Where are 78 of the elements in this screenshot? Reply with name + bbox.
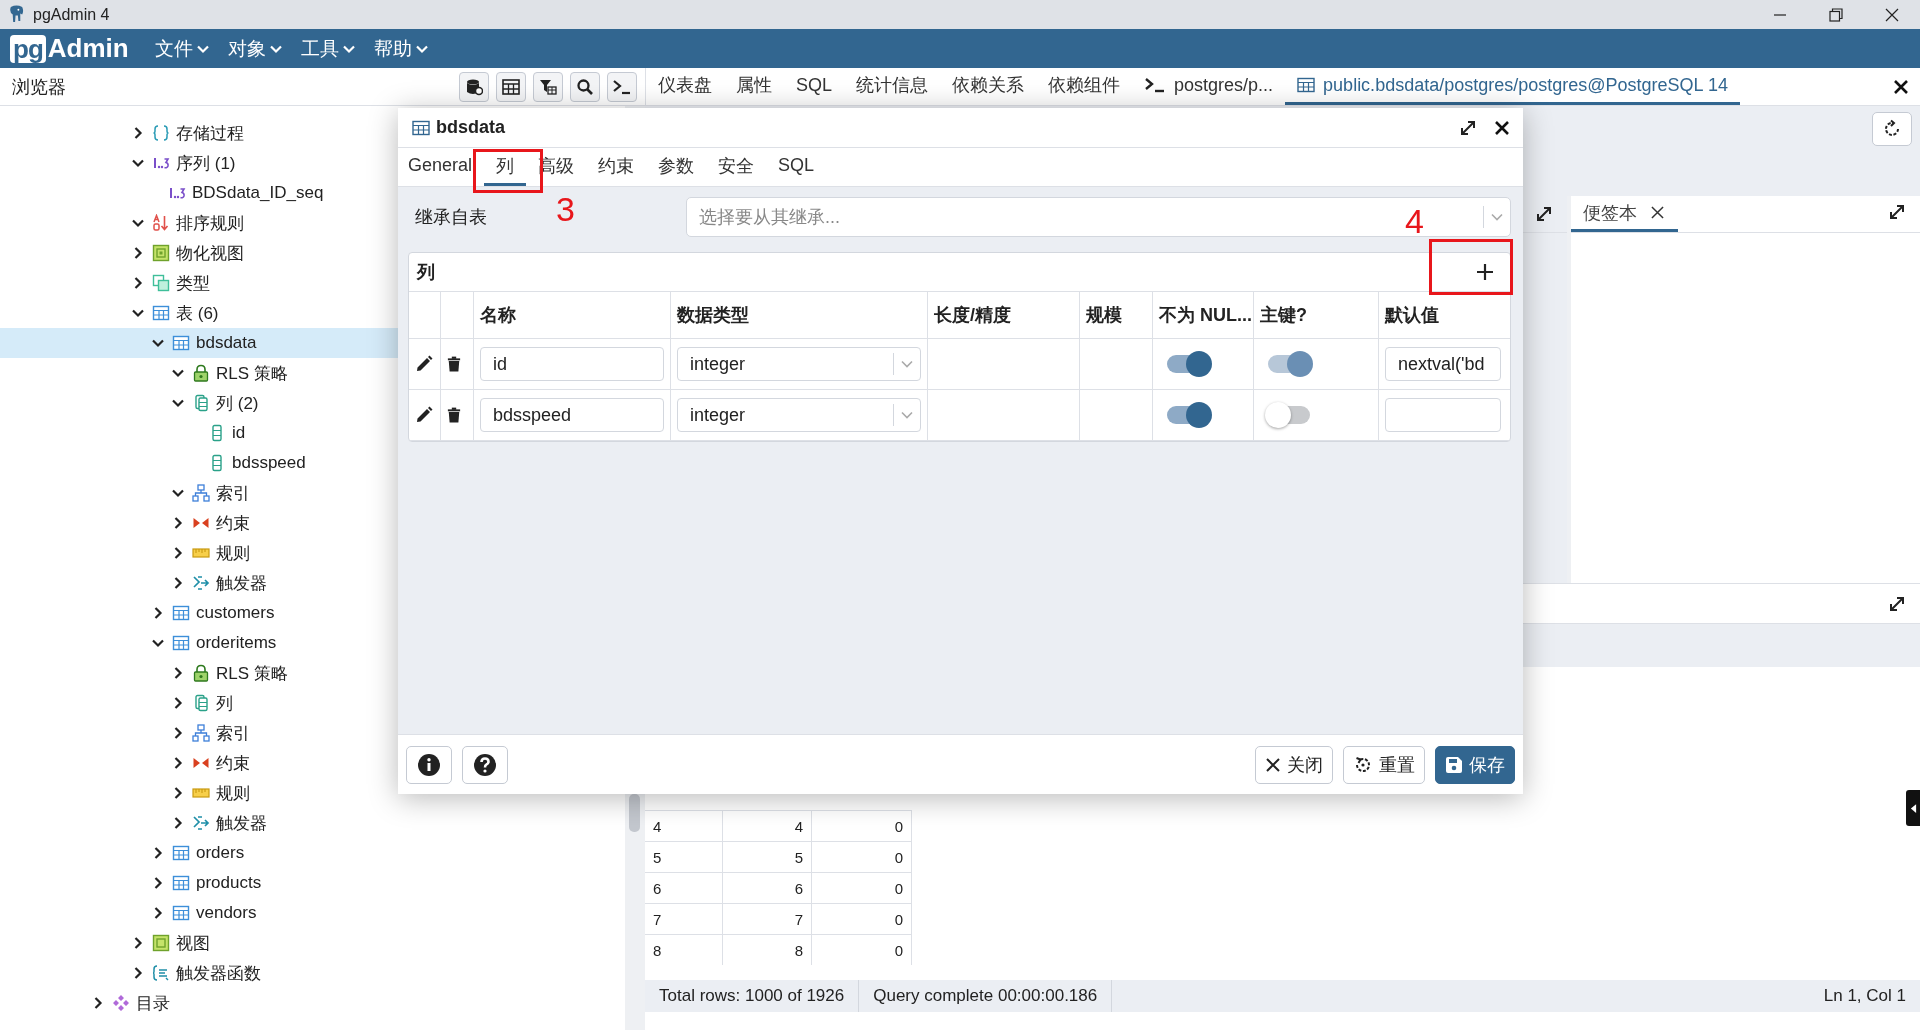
tab[interactable]: 依赖组件 (1036, 68, 1133, 105)
table-cell: 8 (723, 935, 812, 965)
step-number: 4 (1405, 204, 1424, 238)
tab[interactable]: 便签本 (1571, 196, 1678, 232)
tree-item[interactable]: 视图 (0, 928, 625, 958)
table-cell: 4 (723, 811, 812, 841)
panel-title: 列 (417, 261, 435, 284)
tree-item[interactable]: 目录 (0, 988, 625, 1018)
tab[interactable]: 属性 (724, 68, 784, 105)
name-field[interactable]: bdsspeed (480, 398, 664, 432)
default-field[interactable]: nextval('bd (1385, 347, 1501, 381)
logo-text: Admin (47, 33, 129, 64)
row-number: 8 (645, 935, 723, 965)
tab[interactable]: SQL (784, 68, 845, 105)
tab[interactable]: 约束 (586, 148, 647, 186)
name-field[interactable]: id (480, 347, 664, 381)
tree-item[interactable]: 触发器 (0, 808, 625, 838)
type-select[interactable]: integer (677, 347, 921, 381)
tree-item[interactable]: 触发器函数 (0, 958, 625, 988)
tab[interactable]: 参数 (646, 148, 707, 186)
column-header: 名称 (480, 304, 516, 327)
tree-item[interactable]: 索引 (0, 478, 625, 508)
table-cell: 0 (812, 842, 912, 872)
window-title: pgAdmin 4 (33, 5, 110, 24)
column-header: 默认值 (1385, 304, 1439, 327)
logo-mark: pg (10, 34, 46, 63)
tab[interactable]: postgres/p... (1132, 68, 1286, 105)
tab[interactable]: 仪表盘 (646, 68, 724, 105)
tree-item[interactable]: vendors (0, 898, 625, 928)
column-header: 规模 (1086, 304, 1122, 327)
menu-item[interactable]: 帮助 (373, 35, 429, 62)
tree-item[interactable]: orders (0, 838, 625, 868)
table-cell: 0 (812, 904, 912, 934)
tree-item[interactable]: 列 (0, 688, 625, 718)
tab[interactable]: SQL (766, 148, 827, 186)
status-text: Total rows: 1000 of 1926 (645, 980, 860, 1012)
row-number: 5 (645, 842, 723, 872)
tree-item[interactable]: RLS 策略 (0, 658, 625, 688)
table-cell: 0 (812, 873, 912, 903)
close-button[interactable]: 关闭 (1255, 745, 1333, 784)
tree-item[interactable]: products (0, 868, 625, 898)
tree-item[interactable]: 约束 (0, 748, 625, 778)
column-header: 长度/精度 (934, 304, 1011, 327)
tree-item[interactable]: 索引 (0, 718, 625, 748)
table-cell: 0 (812, 811, 912, 841)
dialog-title: bdsdata (436, 117, 505, 138)
tree-item[interactable]: 触发器 (0, 568, 625, 598)
menu-item[interactable]: 工具 (300, 35, 356, 62)
type-select[interactable]: integer (677, 398, 921, 432)
cursor-position: Ln 1, Col 1 (1822, 985, 1907, 1007)
tab[interactable]: General (408, 148, 485, 186)
tree-item[interactable]: orderitems (0, 628, 625, 658)
tree-item[interactable]: 约束 (0, 508, 625, 538)
tree-item[interactable]: 规则 (0, 778, 625, 808)
step-number: 3 (556, 192, 575, 226)
table-cell: 6 (723, 873, 812, 903)
column-header: 主键? (1260, 304, 1307, 327)
status-text: Query complete 00:00:00.186 (859, 980, 1113, 1012)
row-number: 6 (645, 873, 723, 903)
field-label: 继承自表 (415, 207, 487, 227)
menu-item[interactable]: 文件 (154, 35, 210, 62)
column-header: 不为 NUL... (1159, 304, 1252, 327)
column-header: 数据类型 (677, 304, 749, 327)
tab[interactable]: 依赖关系 (940, 68, 1037, 105)
menu-item[interactable]: 对象 (227, 35, 283, 62)
tree-item[interactable]: 规则 (0, 538, 625, 568)
table-cell: 0 (812, 935, 912, 965)
tab[interactable]: 统计信息 (844, 68, 941, 105)
row-number: 7 (645, 904, 723, 934)
table-cell: 7 (723, 904, 812, 934)
save-button[interactable]: 保存 (1435, 745, 1515, 784)
table-cell: 5 (723, 842, 812, 872)
tab[interactable]: 安全 (706, 148, 767, 186)
reset-button[interactable]: 重置 (1343, 745, 1425, 784)
tree-item[interactable]: customers (0, 598, 625, 628)
row-number: 4 (645, 811, 723, 841)
panel-title: 浏览器 (12, 75, 66, 99)
tree-item[interactable]: bdsspeed (0, 448, 625, 478)
